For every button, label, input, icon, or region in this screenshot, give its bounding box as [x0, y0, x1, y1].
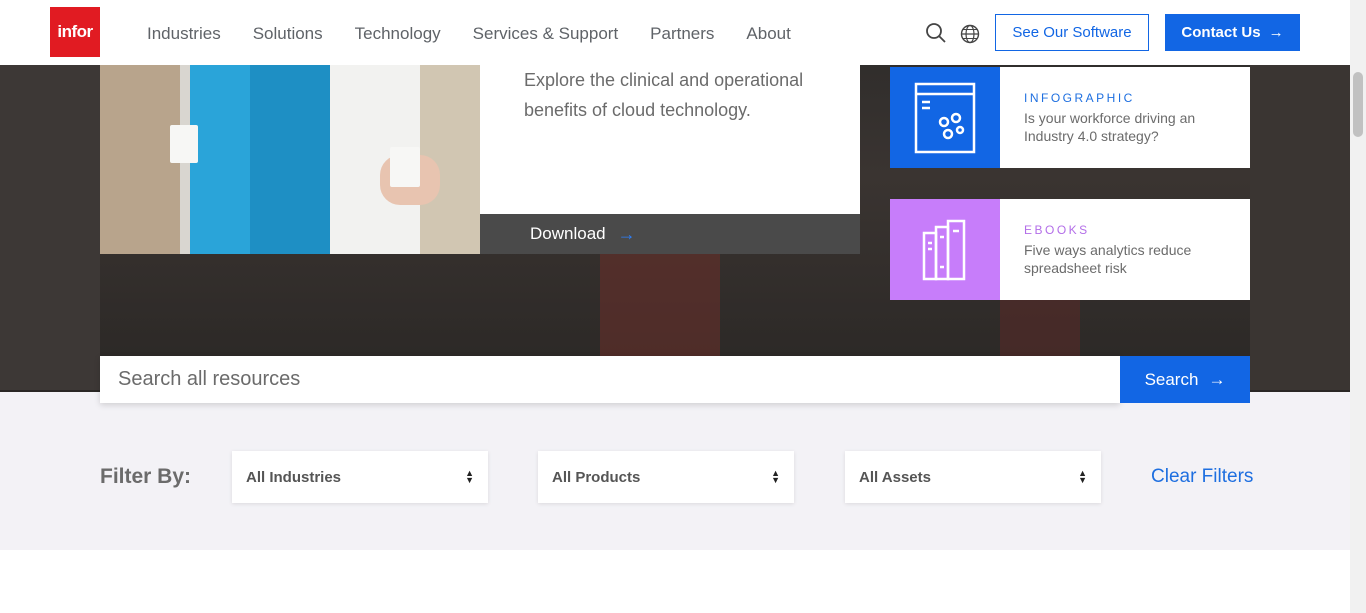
search-bar: [100, 356, 1120, 403]
contact-us-label: Contact Us: [1181, 24, 1261, 41]
card-category: EBOOKS: [1024, 223, 1090, 237]
arrow-right-icon: →: [1268, 24, 1284, 41]
nav-solutions[interactable]: Solutions: [237, 24, 339, 44]
products-select[interactable]: All Products ▲ ▼: [538, 451, 794, 503]
nav-technology[interactable]: Technology: [339, 24, 457, 44]
card-title: Five ways analytics reduce spreadsheet r…: [1024, 242, 1192, 276]
see-our-software-button[interactable]: See Our Software: [995, 14, 1149, 51]
nav-services-support[interactable]: Services & Support: [457, 24, 635, 44]
nav-partners[interactable]: Partners: [634, 24, 730, 44]
assets-select[interactable]: All Assets ▲ ▼: [845, 451, 1101, 503]
select-caret-icon: ▲ ▼: [1078, 468, 1087, 485]
feature-card-body: Explore the clinical and operational ben…: [480, 65, 860, 214]
infographic-icon: [890, 67, 1000, 168]
arrow-right-icon: →: [617, 223, 636, 244]
globe-icon[interactable]: [960, 24, 982, 46]
page: infor Industries Solutions Technology Se…: [0, 0, 1366, 613]
search-input[interactable]: [100, 356, 1120, 403]
scrollbar-thumb[interactable]: [1353, 72, 1363, 137]
search-button-label: Search: [1144, 369, 1199, 389]
clear-filters-link[interactable]: Clear Filters: [1151, 466, 1253, 488]
industries-select-value: All Industries: [246, 468, 342, 486]
feature-image-healthcare[interactable]: [100, 65, 480, 254]
industries-select[interactable]: All Industries ▲ ▼: [232, 451, 488, 503]
ebook-icon: [890, 199, 1000, 300]
contact-us-button[interactable]: Contact Us →: [1165, 14, 1300, 51]
card-category: INFOGRAPHIC: [1024, 91, 1135, 105]
arrow-right-icon: →: [1208, 369, 1226, 389]
card-title: Is your workforce driving an Industry 4.…: [1024, 110, 1196, 144]
nav-industries[interactable]: Industries: [131, 24, 237, 44]
search-icon[interactable]: [925, 22, 947, 44]
site-header: infor Industries Solutions Technology Se…: [0, 0, 1350, 65]
filter-section: Filter By: All Industries ▲ ▼ All Product…: [0, 392, 1350, 550]
feature-description: Explore the clinical and operational ben…: [524, 70, 804, 120]
main-nav: Industries Solutions Technology Services…: [131, 24, 807, 44]
page-scrollbar[interactable]: [1350, 0, 1366, 613]
download-button[interactable]: Download →: [480, 214, 860, 254]
nav-about[interactable]: About: [730, 24, 806, 44]
search-button[interactable]: Search →: [1120, 356, 1250, 403]
products-select-value: All Products: [552, 468, 641, 486]
filter-label: Filter By:: [100, 465, 192, 488]
infor-logo[interactable]: infor: [50, 7, 100, 57]
select-caret-icon: ▲ ▼: [771, 468, 780, 485]
resource-card-infographic[interactable]: INFOGRAPHIC Is your workforce driving an…: [890, 67, 1250, 168]
select-caret-icon: ▲ ▼: [465, 468, 474, 485]
assets-select-value: All Assets: [859, 468, 931, 486]
resource-card-ebook[interactable]: EBOOKS Five ways analytics reduce spread…: [890, 199, 1250, 300]
download-label: Download: [530, 224, 606, 243]
